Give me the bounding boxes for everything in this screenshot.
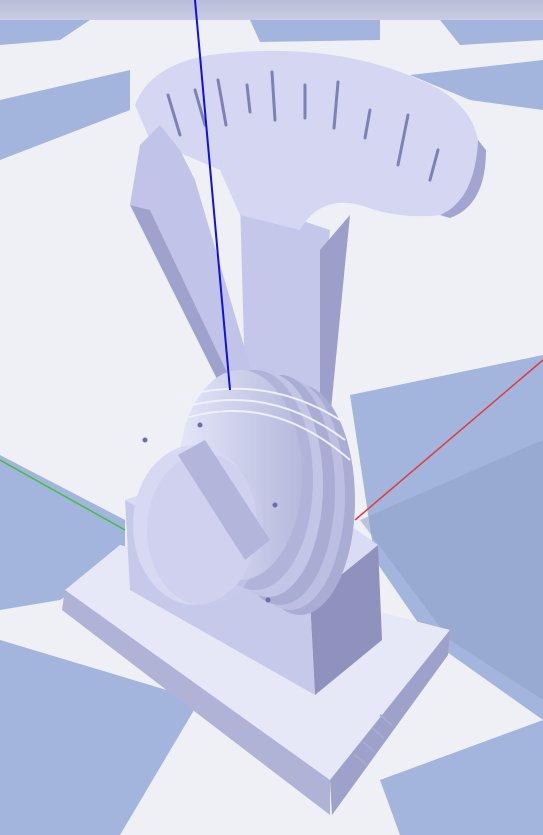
scene-canvas[interactable]	[0, 0, 543, 835]
3d-viewport[interactable]	[0, 0, 543, 835]
